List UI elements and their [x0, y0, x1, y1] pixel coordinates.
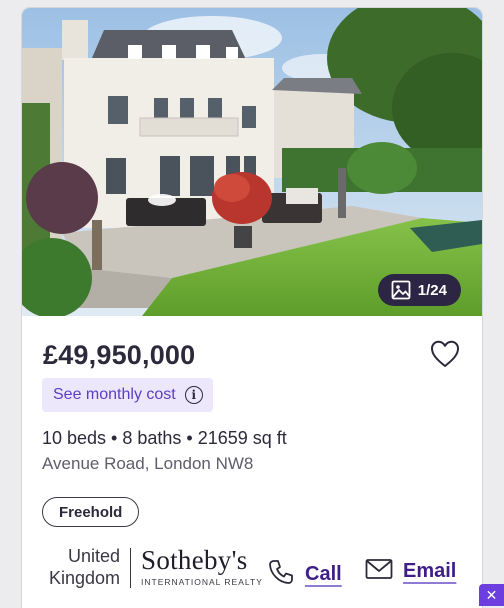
monthly-cost-button[interactable]: See monthly cost i — [42, 378, 213, 412]
close-icon[interactable]: ✕ — [479, 584, 504, 606]
call-label: Call — [305, 563, 342, 585]
envelope-icon — [365, 558, 393, 585]
email-button[interactable]: Email — [365, 558, 456, 585]
favourite-button[interactable] — [430, 340, 460, 368]
info-icon[interactable]: i — [184, 386, 203, 404]
listing-price: £49,950,000 — [43, 340, 196, 370]
agent-brand-name: Sotheby's — [141, 545, 248, 575]
property-card[interactable]: 1/24 £49,950,000 See monthly cost i 10 b… — [22, 8, 482, 608]
agent-divider — [130, 548, 131, 588]
photo-counter-badge[interactable]: 1/24 — [377, 274, 461, 306]
property-photo[interactable]: 1/24 — [22, 8, 482, 316]
agent-location: United Kingdom — [40, 545, 120, 589]
heart-outline-icon — [430, 340, 460, 372]
agent-location-line2: Kingdom — [48, 568, 120, 588]
photo-counter-text: 1/24 — [417, 281, 447, 299]
agent-brand-subtitle: INTERNATIONAL REALTY — [141, 577, 263, 587]
email-label: Email — [403, 560, 457, 582]
agent-location-line1: United — [67, 546, 120, 566]
call-button[interactable]: Call — [267, 558, 342, 591]
property-photo-image — [22, 8, 482, 316]
tenure-badge: Freehold — [42, 497, 140, 527]
image-icon — [391, 280, 411, 300]
monthly-cost-label: See monthly cost — [53, 386, 176, 403]
property-address: Avenue Road, London NW8 — [42, 454, 254, 473]
agent-logo[interactable]: Sotheby's INTERNATIONAL REALTY — [141, 546, 263, 587]
property-specs: 10 beds • 8 baths • 21659 sq ft — [42, 428, 287, 448]
phone-icon — [267, 558, 295, 591]
